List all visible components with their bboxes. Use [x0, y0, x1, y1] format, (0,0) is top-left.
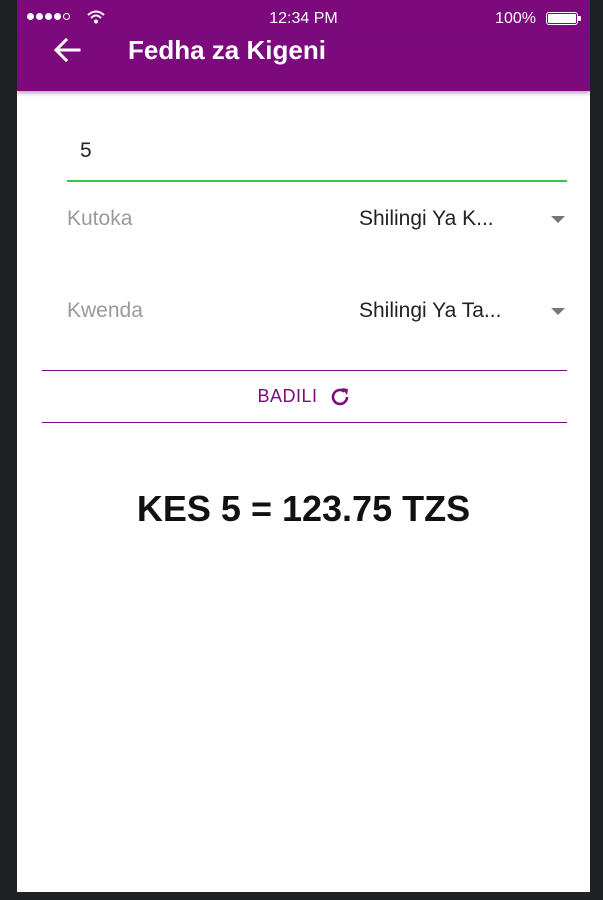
from-currency-value: Shilingi Ya K... [359, 207, 494, 230]
refresh-icon [331, 387, 348, 405]
from-currency-select[interactable]: Shilingi Ya K... [359, 199, 567, 239]
to-label: Kwenda [67, 299, 143, 322]
to-currency-row: Kwenda Shilingi Ya Ta... [67, 291, 567, 331]
status-bar: 12:34 PM 100% [17, 0, 590, 36]
to-currency-select[interactable]: Shilingi Ya Ta... [359, 291, 567, 331]
dropdown-arrow-icon [551, 308, 565, 315]
amount-input[interactable] [67, 132, 567, 182]
from-label: Kutoka [67, 207, 133, 230]
page-title: Fedha za Kigeni [128, 35, 326, 65]
from-currency-row: Kutoka Shilingi Ya K... [67, 199, 567, 239]
app-screen: 12:34 PM 100% Fedha za Kigeni Kutoka Shi… [17, 0, 590, 892]
to-currency-value: Shilingi Ya Ta... [359, 299, 502, 322]
battery-icon [546, 12, 581, 25]
convert-button-label: BADILI [257, 386, 318, 406]
battery-percentage: 100% [495, 10, 536, 27]
arrow-left-icon[interactable] [53, 38, 81, 62]
dropdown-arrow-icon [551, 216, 565, 223]
app-bar: Fedha za Kigeni [17, 36, 590, 91]
conversion-result: KES 5 = 123.75 TZS [136, 488, 471, 529]
convert-button[interactable]: BADILI [42, 370, 567, 423]
